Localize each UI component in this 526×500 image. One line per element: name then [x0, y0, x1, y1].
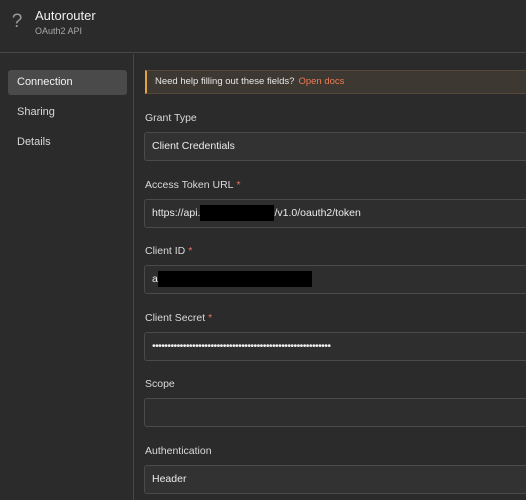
client-secret-input[interactable]: ••••••••••••••••••••••••••••••••••••••••…	[144, 332, 526, 361]
sidebar-item-sharing[interactable]: Sharing	[8, 100, 127, 125]
sidebar: Connection Sharing Details	[0, 54, 134, 500]
access-token-url-suffix: /v1.0/oauth2/token	[274, 207, 361, 219]
client-id-input[interactable]: a	[144, 265, 526, 294]
client-id-label: Client ID *	[145, 245, 192, 257]
authentication-label: Authentication	[145, 445, 212, 457]
scope-label: Scope	[145, 378, 175, 390]
app-header: ? Autorouter OAuth2 API	[0, 0, 526, 53]
authentication-select[interactable]: Header	[144, 465, 526, 494]
access-token-url-prefix: https://api.	[152, 207, 201, 219]
credential-type: OAuth2 API	[35, 26, 83, 36]
required-marker: *	[208, 312, 213, 324]
grant-type-select[interactable]: Client Credentials	[144, 132, 526, 161]
client-secret-label: Client Secret *	[145, 312, 212, 324]
credential-title: Autorouter	[35, 8, 96, 23]
question-mark-icon: ?	[11, 11, 23, 32]
access-token-url-label-text: Access Token URL	[145, 179, 234, 191]
required-marker: *	[188, 245, 193, 257]
connection-form: Need help filling out these fields? Open …	[135, 54, 526, 500]
grant-type-label: Grant Type	[145, 112, 197, 124]
access-token-url-label: Access Token URL *	[145, 179, 241, 191]
redaction-bar	[200, 205, 275, 222]
sidebar-item-details[interactable]: Details	[8, 130, 127, 155]
access-token-url-input[interactable]: https://api. /v1.0/oauth2/token	[144, 199, 526, 228]
required-marker: *	[236, 179, 241, 191]
client-secret-label-text: Client Secret	[145, 312, 206, 324]
help-notice: Need help filling out these fields? Open …	[145, 70, 526, 94]
help-notice-text: Need help filling out these fields?	[155, 76, 295, 87]
scope-input[interactable]	[144, 398, 526, 427]
client-id-label-text: Client ID	[145, 245, 186, 257]
redaction-bar	[157, 271, 312, 288]
sidebar-item-connection[interactable]: Connection	[8, 70, 127, 95]
open-docs-link[interactable]: Open docs	[298, 76, 344, 87]
